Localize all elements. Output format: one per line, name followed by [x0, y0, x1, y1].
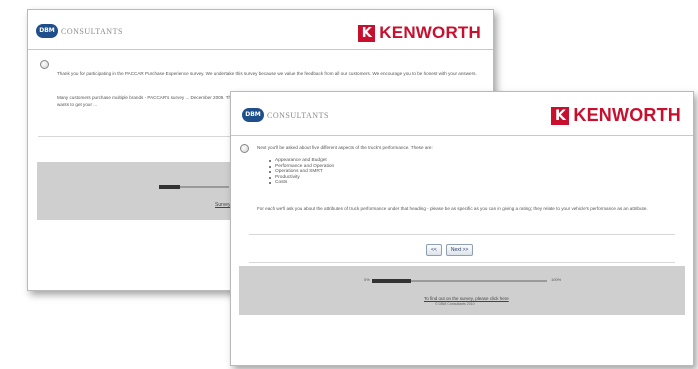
dbm-consultants-logo: DBM CONSULTANTS [36, 24, 123, 38]
progress-end-label: 100% [551, 277, 562, 282]
dbm-logo-text: CONSULTANTS [61, 26, 123, 36]
footer-link[interactable]: To find out on the survey, please click … [424, 296, 509, 301]
back-button[interactable]: << [426, 244, 442, 256]
next-button[interactable]: Next >> [445, 244, 474, 256]
footer-panel: 0% 100% To find out on the survey, pleas… [239, 266, 685, 315]
window-header: DBM CONSULTANTS K KENWORTH [231, 92, 693, 136]
divider [249, 234, 675, 235]
progress-start-label: 0% [364, 277, 370, 282]
copyright-text: © DBM Consultants 2010 [435, 302, 475, 306]
list-item: Costs [269, 180, 334, 186]
intro-paragraph: Thank you for participating in the PACCA… [57, 71, 477, 76]
window-header: DBM CONSULTANTS K KENWORTH [28, 10, 493, 50]
kenworth-mark: K [358, 24, 376, 42]
kenworth-wordmark: KENWORTH [379, 23, 481, 42]
body-text: For each we'll ask you about the attribu… [257, 206, 648, 211]
dbm-logo-text: CONSULTANTS [267, 110, 329, 120]
kenworth-logo: K KENWORTH [551, 105, 681, 126]
divider [249, 262, 675, 263]
kenworth-wordmark: KENWORTH [573, 105, 681, 125]
kenworth-mark: K [551, 106, 570, 125]
progress-fill [372, 279, 411, 283]
intro-text: Next you'll be asked about five differen… [257, 145, 433, 150]
survey-window-front: DBM CONSULTANTS K KENWORTH Next you'll b… [230, 91, 694, 366]
aspects-list: Appearance and Budget Performance and Op… [269, 158, 334, 186]
dbm-badge: DBM [242, 108, 264, 122]
dbm-badge: DBM [36, 24, 58, 38]
radio-icon[interactable] [240, 144, 249, 153]
progress-bar [159, 185, 229, 189]
dbm-consultants-logo: DBM CONSULTANTS [242, 108, 329, 122]
progress-bar [372, 279, 547, 283]
radio-icon[interactable] [40, 60, 49, 69]
kenworth-logo: K KENWORTH [358, 23, 481, 43]
progress-fill [159, 185, 180, 189]
nav-buttons: << Next >> [426, 244, 474, 256]
